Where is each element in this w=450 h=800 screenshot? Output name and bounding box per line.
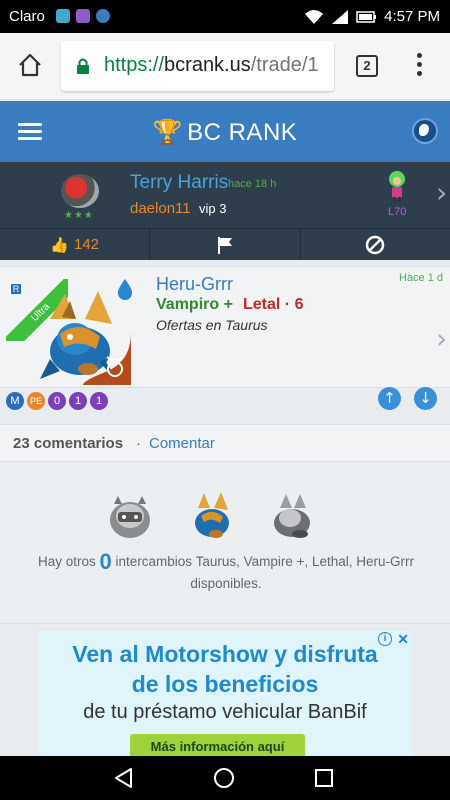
ad-headline: de los beneficios — [131, 671, 319, 697]
ad-cta-button[interactable]: Más información aquí — [130, 734, 305, 758]
dragon-thumbnail[interactable] — [186, 490, 238, 542]
site-header: 🏆 BC RANK — [0, 101, 450, 162]
similar-trades — [0, 462, 450, 624]
clock: 4:57 PM — [384, 8, 440, 25]
advertisement-banner[interactable]: i ✕ Ven al Motorshow y disfruta de los b… — [38, 631, 412, 758]
comments-bar: 23 comentarios · Comentar — [0, 424, 450, 462]
dragon-name[interactable]: Heru-Grrr — [156, 274, 233, 295]
report-button[interactable] — [150, 229, 301, 260]
player-level: L70 — [388, 206, 407, 218]
player-character-icon — [389, 171, 405, 202]
taurus-sign-icon — [83, 333, 131, 385]
ban-icon — [366, 235, 385, 254]
back-icon[interactable] — [113, 767, 135, 789]
chevron-right-icon[interactable]: › — [436, 322, 447, 355]
tab-switcher-button[interactable]: 2 — [356, 55, 378, 77]
badge-count: 0 — [48, 392, 66, 410]
block-button[interactable] — [301, 229, 450, 260]
trade-time: Hace 1 d — [399, 272, 444, 284]
signal-icon — [332, 9, 349, 24]
vip-level: vip 3 — [199, 201, 227, 216]
flag-icon — [217, 236, 232, 254]
dragon-thumbnail[interactable] — [266, 490, 318, 542]
battery-icon — [356, 10, 377, 23]
similar-trades-text: Hay otros 0 intercambios Taurus, Vampire… — [37, 549, 415, 592]
lock-icon — [77, 58, 89, 74]
like-count: 142 — [73, 236, 100, 253]
notification-icon — [96, 9, 110, 23]
carrier-label: Claro — [9, 8, 45, 25]
browser-toolbar: https://bcrank.us/trade/1 2 — [0, 33, 450, 100]
wifi-icon — [305, 9, 324, 24]
like-button[interactable]: 👍 142 — [0, 229, 151, 260]
water-element-icon — [117, 279, 133, 300]
user-rating-stars: ★★★ — [64, 210, 94, 221]
upvote-button[interactable]: ↑ — [378, 387, 401, 410]
trophy-icon: 🏆 — [152, 119, 184, 146]
site-logo[interactable]: 🏆 BC RANK — [0, 118, 450, 147]
badge-m: M — [6, 392, 24, 410]
trader-handle: daelon11 — [130, 200, 191, 217]
downvote-button[interactable]: ↓ — [414, 387, 437, 410]
trader-name[interactable]: Terry Harris — [130, 172, 228, 194]
ad-headline: Ven al Motorshow y disfruta — [72, 641, 378, 667]
home-icon[interactable] — [16, 51, 44, 79]
notification-icon — [76, 9, 90, 23]
home-nav-icon[interactable] — [213, 767, 235, 789]
trait-tag: Letal · 6 — [243, 296, 304, 313]
chevron-right-icon[interactable]: › — [436, 176, 447, 209]
recents-icon[interactable] — [314, 768, 334, 788]
comment-link[interactable]: Comentar — [149, 435, 215, 452]
thumbs-up-icon: 👍 — [50, 236, 69, 254]
notification-icon — [56, 9, 70, 23]
badge-count: 1 — [69, 392, 87, 410]
trader-time: hace 18 h — [228, 178, 277, 190]
trade-actions: 👍 142 — [0, 228, 450, 260]
offer-text: Ofertas en Taurus — [156, 317, 268, 333]
rarity-letter: R — [9, 282, 23, 296]
globe-icon[interactable] — [412, 118, 438, 144]
ad-subline: de tu préstamo vehicular BanBif — [83, 701, 367, 723]
separator: · — [136, 435, 141, 452]
trait-tag: Vampiro + — [156, 296, 233, 313]
badge-count: 1 — [90, 392, 108, 410]
status-bar: Claro 4:57 PM — [0, 0, 450, 33]
address-bar[interactable]: https://bcrank.us/trade/1 — [61, 41, 334, 91]
badge-pe: PE — [27, 392, 45, 410]
comment-count[interactable]: 23 comentarios — [13, 435, 123, 452]
arrow-up-icon: ↑ — [383, 389, 396, 407]
url-text: https://bcrank.us/trade/1 — [104, 54, 319, 76]
dragon-thumbnail[interactable] — [104, 490, 156, 542]
arrow-down-icon: ↓ — [419, 389, 432, 407]
trader-info[interactable]: ★★★ Terry Harris hace 18 h daelon11 vip … — [0, 162, 450, 228]
badge-list: M PE 0 1 1 — [6, 392, 108, 410]
similar-count[interactable]: 0 — [100, 549, 112, 574]
browser-menu-icon[interactable] — [417, 53, 423, 79]
android-nav-bar — [0, 756, 450, 800]
avatar[interactable] — [61, 174, 99, 208]
